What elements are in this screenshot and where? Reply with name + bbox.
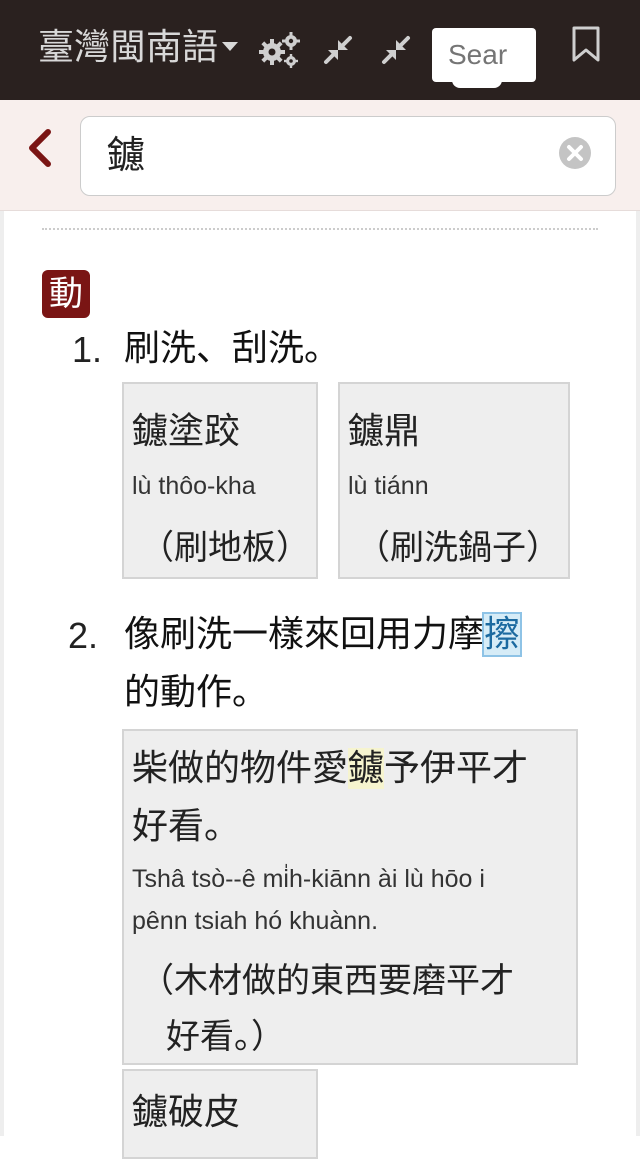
example-card[interactable]: 鑢塗跤 lù thôo-kha （刷地板） xyxy=(122,382,318,579)
example-hanji-line2: 好看。 xyxy=(132,806,241,847)
example-translation: （刷洗鍋子） xyxy=(356,528,560,568)
definition-text: 像刷洗一樣來回用力摩擦 xyxy=(124,606,523,664)
definition-number: 1. xyxy=(72,329,103,370)
example-hanji-part: 予伊平才 xyxy=(384,748,529,789)
dotted-divider xyxy=(42,228,598,230)
example-romanization: lù thôo-kha xyxy=(132,472,256,500)
caret-down-icon xyxy=(222,41,239,51)
example-romanization: lù tiánn xyxy=(348,472,429,500)
example-hanji-part: 柴做的物件愛 xyxy=(132,748,349,789)
example-romanization: Tshâ tsò--ê mi̍h-kiānn ài lù hōo i xyxy=(132,865,485,893)
example-hanji: 鑢破皮 xyxy=(132,1092,241,1133)
content-border-left xyxy=(0,211,4,1136)
bookmark-icon[interactable] xyxy=(570,26,602,66)
search-input[interactable] xyxy=(432,28,538,82)
gears-icon[interactable] xyxy=(258,28,302,72)
example-romanization-line2: pênn tsiah hó khuànn. xyxy=(132,907,379,935)
query-field[interactable]: 鑢 xyxy=(80,116,616,196)
collapse-arrows-icon[interactable] xyxy=(374,28,418,72)
definition-number: 2. xyxy=(68,615,99,656)
content-border-right xyxy=(636,211,640,1136)
example-translation-line2: 好看。） xyxy=(166,1017,285,1057)
definition-text-part: 像刷洗一樣來回用力摩 xyxy=(124,614,485,655)
dictionary-title: 臺灣閩南語 xyxy=(38,27,219,68)
example-hanji: 鑢鼎 xyxy=(348,411,421,452)
clear-circle-icon[interactable] xyxy=(557,135,593,175)
top-bar: 臺灣閩南語 xyxy=(0,0,640,100)
dictionary-selector[interactable]: 臺灣閩南語 xyxy=(38,26,239,70)
example-translation: （刷地板） xyxy=(140,528,310,568)
example-hanji: 柴做的物件愛鑢予伊平才 xyxy=(132,741,528,797)
query-text[interactable]: 鑢 xyxy=(107,131,145,179)
example-card[interactable]: 鑢破皮 xyxy=(122,1069,318,1159)
example-card[interactable]: 鑢鼎 lù tiánn （刷洗鍋子） xyxy=(338,382,570,579)
definition-text-line2: 的動作。 xyxy=(124,672,269,713)
example-card[interactable]: 柴做的物件愛鑢予伊平才 好看。 Tshâ tsò--ê mi̍h-kiānn à… xyxy=(122,729,578,1065)
definition-text: 刷洗、刮洗。 xyxy=(124,328,341,369)
highlighted-character[interactable]: 鑢 xyxy=(348,748,385,789)
search-box-notch xyxy=(452,80,502,88)
search-box[interactable] xyxy=(432,28,538,88)
highlighted-character[interactable]: 擦 xyxy=(482,612,523,657)
example-hanji: 鑢塗跤 xyxy=(132,411,241,452)
collapse-arrows-icon[interactable] xyxy=(316,28,360,72)
part-of-speech-badge: 動 xyxy=(42,270,90,318)
chevron-left-icon[interactable] xyxy=(26,128,54,172)
example-translation: （木材做的東西要磨平才 xyxy=(140,961,514,1001)
